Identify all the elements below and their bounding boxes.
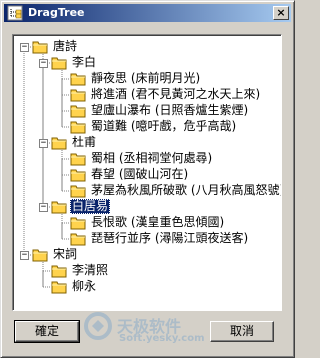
- folder-icon: [70, 153, 86, 166]
- folder-open-icon: [51, 137, 67, 150]
- tree-node-label: 唐詩: [53, 39, 78, 53]
- watermark: 天极软件 Soft.yesky.com: [83, 311, 205, 347]
- collapse-toggle-icon[interactable]: −: [39, 139, 48, 148]
- tree-node-label: 春望 (國破山河在): [91, 167, 189, 181]
- folder-open-icon: [51, 57, 67, 70]
- folder-icon: [70, 105, 86, 118]
- tree-node-label: 靜夜思 (床前明月光): [91, 71, 201, 85]
- tree-node-label: 蜀道難 (噫吁戲，危乎高哉): [91, 119, 237, 133]
- folder-icon: [70, 121, 86, 134]
- ok-button-label: 確定: [34, 324, 59, 338]
- title-bar[interactable]: DragTree ×: [4, 4, 291, 22]
- ok-button[interactable]: 確定: [14, 320, 80, 343]
- tree-node-label: 蜀相 (丞相祠堂何處尋): [91, 151, 213, 165]
- folder-open-icon: [32, 41, 48, 54]
- folder-icon: [70, 185, 86, 198]
- window-title: DragTree: [28, 6, 85, 19]
- watermark-line2: Soft.yesky.com: [119, 333, 205, 344]
- tree-node-label: 宋詞: [53, 247, 78, 261]
- folder-icon: [70, 73, 86, 86]
- watermark-line1: 天极软件: [117, 317, 182, 336]
- dragtree-window: DragTree × 唐詩 − 李白 − 靜夜思 (床前明月光) 將進酒 (君不見黃河之水…: [0, 0, 295, 358]
- folder-icon: [70, 89, 86, 102]
- tree-node-label: 茅屋為秋風所破歌 (八月秋高風怒號): [91, 183, 282, 197]
- folder-icon: [51, 265, 67, 278]
- tree-node-label: 杜甫: [72, 135, 97, 149]
- close-button[interactable]: ×: [273, 6, 289, 20]
- tree-node-label: 望廬山瀑布 (日照香爐生紫煙): [91, 103, 249, 117]
- cancel-button-label: 取消: [229, 324, 254, 338]
- tree-node-label: 白居易: [70, 199, 111, 214]
- tree-node-label: 琵琶行並序 (潯陽江頭夜送客): [91, 231, 249, 245]
- tree-node-label: 將進酒 (君不見黃河之水天上來): [91, 87, 261, 101]
- folder-icon: [70, 217, 86, 230]
- watermark-logo-icon: [84, 312, 112, 340]
- collapse-toggle-icon[interactable]: −: [20, 251, 29, 260]
- tree-node-label: 長恨歌 (漢皇重色思傾國): [91, 215, 225, 229]
- app-icon: [7, 5, 23, 21]
- collapse-toggle-icon[interactable]: −: [39, 203, 48, 212]
- folder-open-icon: [32, 249, 48, 262]
- close-icon: ×: [276, 6, 286, 19]
- folder-icon: [51, 281, 67, 294]
- folder-icon: [70, 169, 86, 182]
- tree-node-label: 柳永: [72, 279, 97, 293]
- tree-node-label: 李白: [72, 55, 97, 69]
- folder-icon: [70, 233, 86, 246]
- collapse-toggle-icon[interactable]: −: [20, 43, 29, 52]
- folder-open-icon: [51, 201, 67, 214]
- poem-tree-view[interactable]: 唐詩 − 李白 − 靜夜思 (床前明月光) 將進酒 (君不見黃河之水天上來) 望廬山瀑布 (…: [12, 34, 282, 311]
- collapse-toggle-icon[interactable]: −: [39, 59, 48, 68]
- cancel-button[interactable]: 取消: [210, 321, 274, 342]
- tree-node-label: 李清照: [72, 263, 109, 277]
